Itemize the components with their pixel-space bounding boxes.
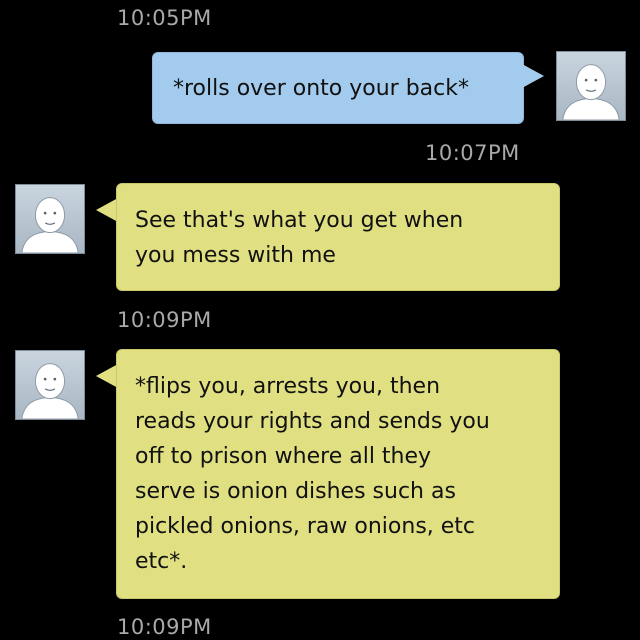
outgoing-message-bubble[interactable]: *rolls over onto your back*	[152, 52, 524, 124]
default-person-avatar-icon	[21, 363, 79, 419]
chat-screen: 10:05PM *rolls over onto your back* 10:0…	[0, 0, 640, 640]
default-person-avatar-icon	[562, 64, 620, 120]
message-text: *rolls over onto your back*	[173, 76, 469, 101]
bubble-tail	[96, 198, 118, 222]
message-text: *flips you, arrests you, then reads your…	[135, 374, 490, 574]
bubble-tail	[522, 64, 544, 88]
bubble-tail	[96, 364, 118, 388]
avatar[interactable]	[15, 350, 85, 420]
message-timestamp: 10:07PM	[425, 141, 520, 165]
message-timestamp: 10:09PM	[117, 308, 212, 332]
incoming-message-bubble[interactable]: *flips you, arrests you, then reads your…	[116, 349, 560, 599]
message-timestamp: 10:09PM	[117, 615, 212, 639]
avatar[interactable]	[556, 51, 626, 121]
avatar[interactable]	[15, 184, 85, 254]
message-timestamp: 10:05PM	[117, 6, 212, 30]
incoming-message-bubble[interactable]: See that's what you get when you mess wi…	[116, 183, 560, 291]
message-text: See that's what you get when you mess wi…	[135, 208, 464, 268]
default-person-avatar-icon	[21, 197, 79, 253]
